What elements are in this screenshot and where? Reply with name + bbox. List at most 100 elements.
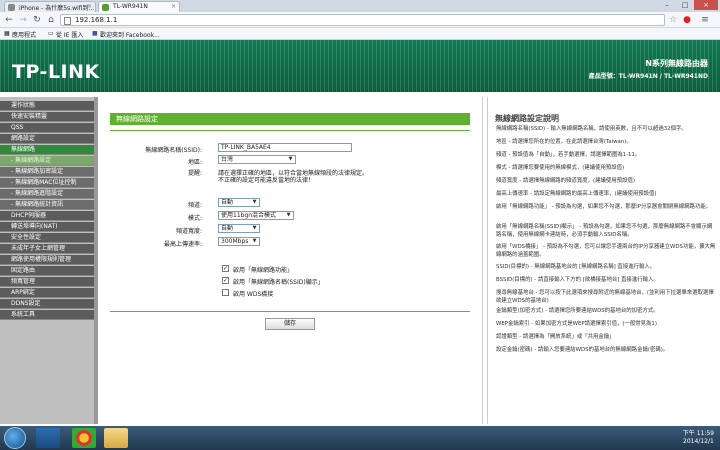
reload-icon[interactable]: ↻ — [32, 15, 42, 25]
enable-radio-label: 啟用「無線網路功能」 — [233, 267, 294, 274]
model-number: 產品型號：TL-WR941N / TL-WR941ND — [588, 73, 708, 80]
chevron-down-icon: ▼ — [286, 212, 291, 218]
bookmark-ie-import[interactable]: 從 IE 匯入 — [56, 30, 83, 39]
sidebar-item-wireless[interactable]: 無線網路 — [0, 145, 94, 155]
help-paragraph: 金鑰類型(加密方式) - 請選擇您所要連結WDS的基地台的加密方式。 — [496, 308, 659, 314]
sidebar-item-wireless-mac-filter[interactable]: - 無線網路MAC位址控制 — [0, 178, 94, 188]
top-rule — [110, 130, 470, 131]
facebook-icon: ■ — [92, 30, 98, 37]
help-paragraph: 最高上傳速率 - 請設定無線網路的最高上傳速率，(建議使用預設值) — [496, 191, 657, 197]
sidebar-item-quick-setup[interactable]: 快速安裝精靈 — [0, 112, 94, 122]
sidebar-item-arp[interactable]: ARP綁定 — [0, 288, 94, 298]
star-icon[interactable]: ☆ — [668, 15, 678, 25]
tab-label: iPhone - 為什麼5s.wifi到... — [19, 5, 95, 12]
sidebar: 運作狀態 快速安裝精靈 QSS 網路設定 無線網路 - 無線網路設定 - 無線網… — [0, 97, 94, 424]
sidebar-item-qss[interactable]: QSS — [0, 123, 94, 133]
system-clock: 下午 11:59 2014/12/1 — [683, 430, 714, 446]
maxrate-label: 最高上傳速率: — [163, 241, 202, 248]
maxrate-select[interactable]: 300Mbps ▼ — [218, 237, 260, 246]
sidebar-item-wireless-settings[interactable]: - 無線網路設定 — [0, 156, 94, 166]
sidebar-item-dhcp[interactable]: DHCP伺服器 — [0, 211, 94, 221]
region-select[interactable]: 台灣 ▼ — [218, 155, 296, 164]
tab-close-icon[interactable]: × — [171, 3, 176, 10]
sidebar-item-network[interactable]: 網路設定 — [0, 134, 94, 144]
ssid-label: 無線網路名稱(SSID): — [145, 147, 202, 154]
region-label: 地區: — [187, 159, 202, 166]
help-paragraph: SSID(目標的) - 無線網路基地台的 [無線網路名稱] 直接進行輸入。 — [496, 264, 656, 270]
maximize-icon[interactable]: □ — [676, 0, 694, 10]
sidebar-item-parental[interactable]: 未成年子女上網管理 — [0, 244, 94, 254]
mode-label: 模式: — [187, 215, 202, 222]
home-icon[interactable]: ⌂ — [46, 15, 56, 25]
sidebar-item-system-tools[interactable]: 系統工具 — [0, 310, 94, 320]
sidebar-item-wireless-stats[interactable]: - 無線網路統計資訊 — [0, 200, 94, 210]
enable-wds-label: 啟用 WDS橋接 — [233, 291, 274, 298]
help-paragraph: 頻道寬度 - 請選擇無線網路的頻道寬度，(建議使用預設值) — [496, 178, 635, 184]
help-paragraph: 模式 - 請選擇您要使用的無線模式，(建議使用預設值) — [496, 165, 625, 171]
tab-iphone[interactable]: iPhone - 為什麼5s.wifi到... × — [4, 1, 96, 12]
folder-icon: ▭ — [48, 30, 54, 37]
mode-value: 使用11bgn混合模式 — [221, 212, 277, 219]
sidebar-item-security[interactable]: 安全性設定 — [0, 233, 94, 243]
form-title: 無線網路設定 — [110, 113, 470, 125]
save-button[interactable]: 儲存 — [265, 318, 315, 330]
sidebar-item-status[interactable]: 運作狀態 — [0, 101, 94, 111]
enable-ssid-broadcast-checkbox[interactable]: ✓ — [222, 277, 229, 284]
start-button-icon[interactable] — [4, 427, 26, 449]
ie-icon[interactable] — [36, 428, 60, 448]
back-icon[interactable]: ← — [4, 15, 14, 25]
apps-icon[interactable]: ▦ — [4, 30, 10, 37]
minimize-icon[interactable]: – — [658, 0, 676, 10]
sidebar-item-bandwidth[interactable]: 頻寬管理 — [0, 277, 94, 287]
channel-value: 自動 — [221, 199, 234, 206]
clock-time: 下午 11:59 — [682, 430, 714, 437]
url-text: 192.168.1.1 — [75, 16, 118, 24]
help-title: 無線網路設定說明 — [495, 114, 559, 123]
apple-favicon-icon — [8, 4, 15, 11]
bookmark-apps[interactable]: 應用程式 — [12, 30, 36, 39]
sidebar-item-ddns[interactable]: DDNS設定 — [0, 299, 94, 309]
ssid-input[interactable]: TP-LINK_BA5AE4 — [218, 143, 352, 152]
help-paragraph: 頻道 - 預設值為「自動」，若手動選擇，請選擇範圍為1-11。 — [496, 152, 641, 158]
sidebar-item-wireless-advanced[interactable]: - 無線網路進階設定 — [0, 189, 94, 199]
help-paragraph: 搜尋無線基地台 - 您可以按下此選項來搜尋附近的無線基地台，(並利用下拉選單來選… — [496, 290, 714, 304]
help-paragraph: 啟用「WDS橋接」 - 預設為不勾選，您可以讓您手邊兩台的IP分享器建立WDS功… — [496, 244, 716, 258]
enable-ssid-broadcast-label: 啟用「無線網路名稱(SSID)顯示」 — [233, 279, 324, 286]
clock-date: 2014/12/1 — [683, 438, 714, 445]
mode-select[interactable]: 使用11bgn混合模式 ▼ — [218, 211, 294, 220]
bottom-rule — [110, 311, 470, 312]
sidebar-item-access-control[interactable]: 網路使用權限規則管理 — [0, 255, 94, 265]
sidebar-item-wireless-security[interactable]: - 無線網路加密設定 — [0, 167, 94, 177]
bandwidth-value: 自動 — [221, 225, 234, 232]
window-controls: – □ × — [658, 0, 718, 10]
router-favicon-icon — [102, 4, 109, 11]
bookmark-facebook[interactable]: 歡迎來到 Facebook... — [100, 30, 160, 39]
brand-logo: TP-LINK — [12, 61, 100, 83]
help-paragraph: 認證類型 - 請選擇為「開放系統」或「共用金鑰」 — [496, 334, 615, 340]
warning-label: 提醒: — [187, 170, 202, 177]
sidebar-item-nat[interactable]: 轉送埠導向(NAT) — [0, 222, 94, 232]
router-header — [0, 40, 720, 92]
warning-text-2: 不正確的設定可能違反當地的法律！ — [218, 177, 315, 184]
page-icon — [64, 17, 71, 25]
help-paragraph: WEP金鑰索引 - 如果加密方式是WEP請選擇索引值，(一般常見為1) — [496, 321, 657, 327]
channel-select[interactable]: 自動 ▼ — [218, 198, 260, 207]
bandwidth-label: 頻道寬度: — [175, 228, 202, 235]
chrome-icon[interactable] — [72, 428, 96, 448]
chevron-down-icon: ▼ — [252, 238, 257, 244]
enable-radio-checkbox[interactable]: ✓ — [222, 265, 229, 272]
help-paragraph: 無線網路名稱(SSID) - 輸入無線網路名稱，請使用英數，且不可以超過32個字… — [496, 126, 687, 132]
bandwidth-select[interactable]: 自動 ▼ — [218, 224, 260, 233]
sidebar-item-static-routing[interactable]: 固定路由 — [0, 266, 94, 276]
forward-icon[interactable]: → — [18, 15, 28, 25]
menu-icon[interactable]: ≡ — [700, 15, 710, 25]
tab-close-icon[interactable]: × — [87, 3, 92, 10]
region-value: 台灣 — [221, 156, 234, 163]
extension-icon[interactable]: ● — [682, 15, 692, 25]
tab-router[interactable]: TL-WR941N × — [98, 1, 180, 12]
address-bar[interactable]: 192.168.1.1 — [60, 14, 665, 26]
close-window-icon[interactable]: × — [694, 0, 718, 10]
browser-toolbar: ← → ↻ ⌂ 192.168.1.1 ☆ ● ≡ — [0, 12, 720, 28]
enable-wds-checkbox[interactable] — [222, 289, 229, 296]
explorer-folder-icon[interactable] — [104, 428, 128, 448]
